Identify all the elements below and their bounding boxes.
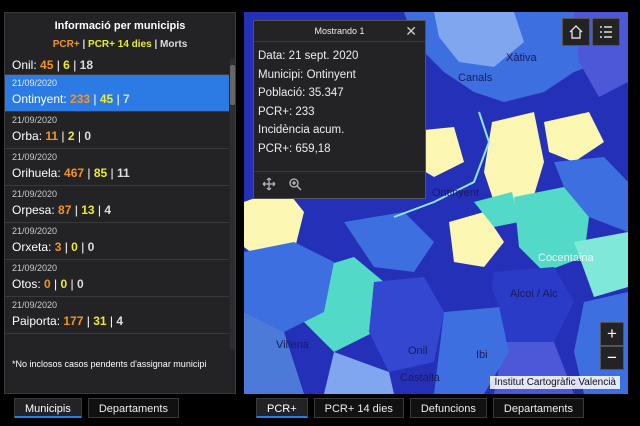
tab-pcr[interactable]: PCR+ (256, 398, 308, 418)
popup-population: Població: 35.347 (258, 87, 344, 99)
list-item[interactable]: 21/09/2020 Orxeta: 3 | 0 | 0 (5, 223, 229, 260)
map-label-ontinyent: Ontinyent (432, 187, 480, 199)
legend-pcr: PCR+ (52, 39, 80, 50)
municipality-name: Paiporta (12, 314, 57, 328)
item-date: 21/09/2020 (12, 78, 58, 88)
popup-header: Mostrando 1 ✕ (254, 21, 425, 42)
municipality-name: Orxeta (12, 240, 49, 254)
municipality-name: Orihuela (12, 166, 58, 180)
map-attribution: Institut Cartogràfic Valencià (490, 376, 620, 389)
map-label-alcoi: Alcoi / Alc (510, 288, 558, 300)
zoom-in-button[interactable]: + (600, 322, 624, 346)
pcr14-value: 6 (63, 58, 70, 72)
item-date: 21/09/2020 (12, 300, 58, 310)
list-item[interactable]: 21/09/2020 Orihuela: 467 | 85 | 11 (5, 149, 229, 186)
item-date: 21/09/2020 (12, 226, 58, 236)
municipality-name: Orpesa (12, 203, 52, 217)
pcr14-value: 85 (93, 166, 108, 180)
popup-incidence-label: Incidència acum. (258, 124, 345, 136)
morts-value: 11 (117, 166, 130, 180)
popup-content: Data: 21 sept. 2020 Municipi: Ontinyent … (258, 47, 358, 158)
pcr14-value: 2 (67, 129, 75, 143)
panel-title: Informació per municipis (54, 20, 186, 32)
zoom-out-button[interactable]: − (600, 346, 624, 370)
tab-municipis[interactable]: Municipis (14, 398, 82, 418)
list-item[interactable]: 21/09/2020 Orpesa: 87 | 13 | 4 (5, 186, 229, 223)
morts-value: 18 (79, 58, 94, 72)
popup-pcr: PCR+: 233 (258, 105, 315, 118)
feature-popup: Mostrando 1 ✕ Data: 21 sept. 2020 Munici… (253, 20, 426, 199)
pcr-value: 11 (45, 129, 59, 143)
legend-pcr14: PCR+ 14 dies (88, 39, 152, 50)
legend-separator: | (79, 39, 89, 50)
tab-departaments-map[interactable]: Departaments (492, 398, 584, 418)
municipality-name: Otos (12, 277, 38, 291)
pcr14-value: 45 (99, 92, 114, 106)
legend-morts: Morts (160, 39, 188, 50)
pcr14-value: 0 (71, 240, 78, 254)
map-label-cocentaina: Cocentaina (538, 252, 594, 264)
municipality-list[interactable]: Onil: 45 | 6 | 18 21/09/2020 Ontinyent: … (5, 55, 229, 351)
item-date: 21/09/2020 (12, 263, 58, 273)
list-item[interactable]: 21/09/2020 Orba: 11 | 2 | 0 (5, 112, 229, 149)
popup-incidence-pcr: PCR+: 659,18 (258, 142, 331, 155)
list-item[interactable]: Onil: 45 | 6 | 18 (5, 55, 229, 75)
map-label-onil: Onil (408, 345, 428, 357)
choropleth-map[interactable]: Xàtiva Canals Ontinyent Cocentaina Alcoi… (244, 12, 628, 394)
footnote: *No inclosos casos pendents d'assignar m… (12, 359, 207, 369)
list-item[interactable]: 21/09/2020 Otos: 0 | 0 | 0 (5, 260, 229, 297)
layer-list-button[interactable] (592, 18, 620, 46)
pcr-value: 87 (58, 203, 72, 217)
morts-value: 0 (76, 277, 84, 291)
pcr14-value: 0 (60, 277, 68, 291)
morts-value: 0 (87, 240, 95, 254)
list-icon (600, 26, 612, 38)
map-label-xativa: Xàtiva (506, 52, 537, 64)
municipalities-panel: Informació per municipis PCR+ | PCR+ 14 … (4, 12, 236, 394)
list-scrollbar[interactable] (230, 59, 235, 349)
pan-icon[interactable] (262, 177, 276, 191)
municipality-name: Onil (12, 58, 34, 72)
close-icon[interactable]: ✕ (405, 23, 417, 40)
pcr-value: 177 (63, 314, 84, 328)
pcr-value: 3 (54, 240, 62, 254)
popup-date: Data: 21 sept. 2020 (258, 50, 359, 62)
tab-pcr-14-dies[interactable]: PCR+ 14 dies (313, 398, 404, 418)
item-date: 21/09/2020 (12, 189, 58, 199)
legend: PCR+ | PCR+ 14 dies | Morts (5, 39, 235, 50)
municipality-name: Ontinyent (12, 92, 64, 106)
morts-value: 4 (116, 314, 124, 328)
morts-value: 4 (104, 203, 112, 217)
item-date: 21/09/2020 (12, 152, 58, 162)
home-icon (569, 25, 583, 39)
morts-value: 7 (123, 92, 130, 106)
map-label-villena: Villena (276, 339, 309, 351)
panel-tabs: Municipis Departaments (14, 398, 179, 418)
map-label-ibi: Ibi (476, 349, 488, 361)
pcr14-value: 13 (81, 203, 95, 217)
pcr-value: 0 (44, 277, 51, 291)
list-item-selected[interactable]: 21/09/2020 Ontinyent: 233 | 45 | 7 (5, 75, 229, 112)
tab-defuncions[interactable]: Defuncions (409, 398, 487, 418)
map-tabs: PCR+ PCR+ 14 dies Defuncions Departament… (256, 398, 584, 418)
list-item[interactable]: 21/09/2020 Paiporta: 177 | 31 | 4 (5, 297, 229, 334)
pcr-value: 467 (64, 166, 85, 180)
pcr14-value: 31 (93, 314, 107, 328)
legend-separator: | (151, 39, 161, 50)
scrollbar-thumb[interactable] (230, 65, 235, 105)
map-label-canals: Canals (458, 72, 493, 84)
pcr-value: 45 (40, 58, 54, 72)
popup-title: Mostrando 1 (314, 26, 365, 36)
home-button[interactable] (562, 18, 590, 46)
tab-departaments[interactable]: Departaments (87, 398, 179, 418)
popup-municipality: Municipi: Ontinyent (258, 68, 356, 81)
morts-value: 0 (84, 129, 92, 143)
popup-toolbar (254, 171, 425, 198)
item-date: 21/09/2020 (12, 115, 58, 125)
map-label-castalla: Castalla (400, 372, 440, 384)
zoom-to-icon[interactable] (288, 177, 302, 191)
municipality-name: Orba (12, 129, 39, 143)
pcr-value: 233 (70, 92, 91, 106)
